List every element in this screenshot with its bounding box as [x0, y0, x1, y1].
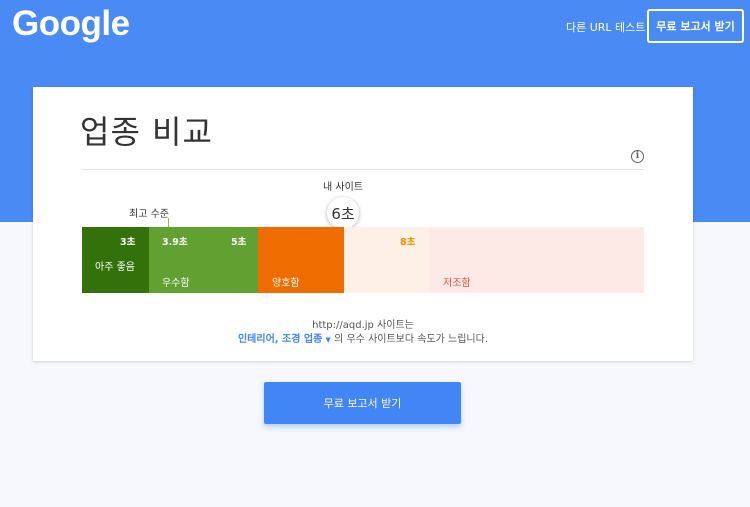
- tick-label-5s: 5초: [231, 237, 247, 248]
- divider: [82, 169, 644, 170]
- my-site-label: 내 사이트: [323, 182, 363, 193]
- segment-poor: 저조함: [429, 227, 644, 293]
- my-site-marker: 6초: [327, 197, 359, 229]
- tick-label-3-9s: 3.9초: [162, 237, 188, 248]
- my-site-value: 6초: [331, 204, 355, 223]
- best-level-label: 최고 수준: [129, 209, 169, 220]
- result-caption-line1: http://aqd.jp 사이트는: [312, 320, 414, 331]
- test-other-url-link[interactable]: 다른 URL 테스트: [566, 19, 645, 35]
- result-caption-line2: 인테리어, 조경 업종 ▼ 의 우수 사이트보다 속도가 느립니다.: [33, 330, 693, 345]
- chevron-down-icon[interactable]: ▼: [326, 336, 331, 344]
- segment-slow-light: 8초: [344, 227, 429, 293]
- card-title: 업종 비교: [80, 113, 213, 151]
- caption-comparison-text: 의 우수 사이트보다 속도가 느립니다.: [334, 334, 489, 345]
- segment-label-excellent: 우수함: [162, 278, 190, 289]
- tick-label-3s: 3초: [120, 237, 136, 248]
- info-icon[interactable]: i: [631, 150, 644, 163]
- segment-very-good: 3초 아주 좋음: [82, 227, 149, 293]
- tick-label-8s: 8초: [400, 237, 416, 248]
- segment-label-very-good: 아주 좋음: [95, 262, 135, 273]
- best-level-tick: [168, 218, 169, 227]
- speed-scale: 3초 아주 좋음 3.9초 5초 우수함 양호함 8초 저조함: [82, 227, 644, 293]
- get-free-report-button[interactable]: 무료 보고서 받기: [264, 382, 461, 424]
- industry-comparison-card: 업종 비교 i 내 사이트 6초 최고 수준 3초 아주 좋음 3.9초 5초 …: [33, 87, 693, 361]
- google-logo[interactable]: Google: [12, 4, 130, 44]
- header-report-button[interactable]: 무료 보고서 받기: [647, 9, 744, 43]
- segment-excellent: 3.9초 5초 우수함: [149, 227, 258, 293]
- segment-label-fair: 양호함: [272, 278, 300, 289]
- industry-dropdown[interactable]: 인테리어, 조경 업종: [238, 334, 322, 345]
- segment-fair: 양호함: [258, 227, 344, 293]
- segment-label-poor: 저조함: [443, 278, 471, 289]
